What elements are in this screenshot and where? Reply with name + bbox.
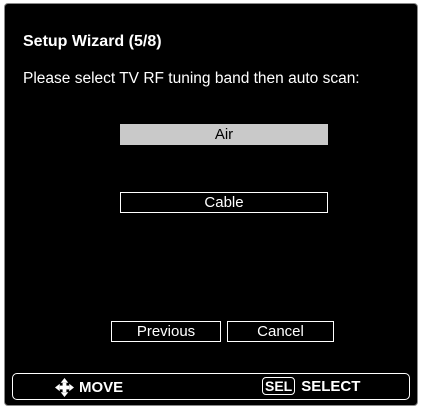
move-hint: MOVE <box>55 378 123 397</box>
select-hint-label: SELECT <box>301 377 361 395</box>
sel-key-badge: SEL <box>262 377 296 395</box>
air-option-button[interactable]: Air <box>120 124 328 145</box>
cable-option-button[interactable]: Cable <box>120 192 328 213</box>
page-title: Setup Wizard (5/8) <box>23 33 162 50</box>
key-hint-bar: MOVE SEL SELECT <box>12 373 410 400</box>
select-hint: SEL SELECT <box>262 377 360 395</box>
cancel-button-label: Cancel <box>257 323 304 340</box>
cancel-button[interactable]: Cancel <box>227 321 334 342</box>
instruction-text: Please select TV RF tuning band then aut… <box>23 70 360 87</box>
cable-option-label: Cable <box>204 194 244 211</box>
setup-wizard-dialog: Setup Wizard (5/8) Please select TV RF t… <box>4 3 418 406</box>
move-hint-label: MOVE <box>79 379 124 396</box>
previous-button[interactable]: Previous <box>111 321 221 342</box>
air-option-label: Air <box>214 126 234 143</box>
dpad-arrows-icon <box>55 378 74 397</box>
previous-button-label: Previous <box>136 323 196 340</box>
